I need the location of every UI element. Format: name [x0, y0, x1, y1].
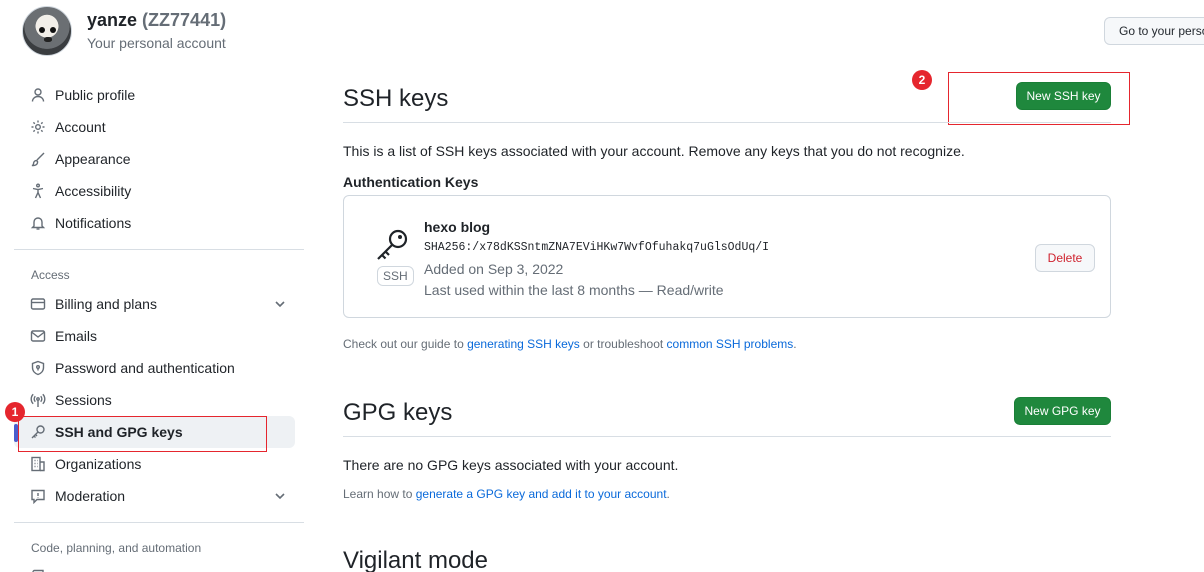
guide-middle: or troubleshoot: [579, 337, 667, 351]
sidebar-divider: [14, 249, 304, 250]
ssh-description: This is a list of SSH keys associated wi…: [343, 143, 965, 159]
guide-prefix: Check out our guide to: [343, 337, 468, 351]
guide-suffix: .: [793, 337, 797, 351]
key-type-label: SSH: [377, 266, 414, 286]
accessibility-icon: [30, 183, 46, 199]
sidebar-item-billing[interactable]: Billing and plans: [14, 288, 304, 320]
delete-key-button[interactable]: Delete: [1035, 244, 1095, 272]
user-handle: (ZZ77441): [142, 10, 227, 30]
sidebar-item-password-auth[interactable]: Password and authentication: [14, 352, 304, 384]
organization-icon: [30, 456, 46, 472]
sidebar-item-label: Billing and plans: [55, 296, 157, 312]
sidebar-item-label: Organizations: [55, 456, 142, 472]
username[interactable]: yanze: [87, 10, 137, 30]
sidebar-item-label: Moderation: [55, 488, 126, 504]
report-icon: [30, 488, 46, 504]
learn-suffix: .: [666, 487, 670, 501]
sidebar-item-label: Appearance: [55, 151, 131, 167]
ssh-guide-text: Check out our guide to generating SSH ke…: [343, 337, 797, 351]
chevron-down-icon[interactable]: [272, 296, 288, 312]
generate-gpg-key-link[interactable]: generate a GPG key and add it to your ac…: [416, 487, 667, 501]
settings-sidebar: Public profile Account Appearance Access…: [14, 79, 304, 572]
sidebar-section-access: Access: [31, 268, 70, 282]
credit-card-icon: [30, 296, 46, 312]
key-added-date: Added on Sep 3, 2022: [424, 261, 564, 277]
sidebar-item-label: Sessions: [55, 392, 112, 408]
sidebar-item-public-profile[interactable]: Public profile: [14, 79, 304, 111]
annotation-box-1: [18, 416, 267, 452]
sidebar-item-emails[interactable]: Emails: [14, 320, 304, 352]
sidebar-item-accessibility[interactable]: Accessibility: [14, 175, 304, 207]
sidebar-item-label: Public profile: [55, 87, 136, 103]
gpg-learn-text: Learn how to generate a GPG key and add …: [343, 487, 670, 501]
gpg-keys-title: GPG keys: [343, 399, 453, 426]
common-ssh-problems-link[interactable]: common SSH problems: [667, 337, 794, 351]
generating-ssh-keys-link[interactable]: generating SSH keys: [467, 337, 580, 351]
sidebar-item-account[interactable]: Account: [14, 111, 304, 143]
shield-lock-icon: [30, 360, 46, 376]
sidebar-item-label: Emails: [55, 328, 98, 344]
ssh-keys-title: SSH keys: [343, 85, 449, 112]
auth-keys-heading: Authentication Keys: [343, 174, 479, 190]
person-icon: [30, 87, 46, 103]
key-title: hexo blog: [424, 219, 491, 235]
sidebar-item-label: Password and authentication: [55, 360, 235, 376]
chevron-down-icon[interactable]: [272, 488, 288, 504]
new-ssh-key-button[interactable]: New SSH key: [1016, 82, 1111, 110]
broadcast-icon: [30, 392, 46, 408]
go-to-profile-button[interactable]: Go to your personal profile: [1104, 17, 1204, 45]
main-content: SSH keys New SSH key This is a list of S…: [343, 0, 1111, 572]
sidebar-item-sessions[interactable]: Sessions: [14, 384, 304, 416]
gpg-section-divider: [343, 436, 1111, 437]
key-icon: [377, 229, 408, 260]
vigilant-mode-title: Vigilant mode: [343, 547, 488, 572]
paintbrush-icon: [30, 151, 46, 167]
avatar[interactable]: [22, 6, 72, 56]
key-fingerprint: SHA256:/x78dKSSntmZNA7EViHKw7WvfOfuhakq7…: [424, 241, 770, 254]
account-name[interactable]: yanze (ZZ77441): [87, 10, 226, 31]
bell-icon: [30, 215, 46, 231]
sidebar-item-moderation[interactable]: Moderation: [14, 480, 304, 512]
sidebar-item-organizations[interactable]: Organizations: [14, 448, 304, 480]
sidebar-item-label: Notifications: [55, 215, 132, 231]
sidebar-item-notifications[interactable]: Notifications: [14, 207, 304, 239]
ssh-key-item: SSH hexo blog SHA256:/x78dKSSntmZNA7EViH…: [343, 195, 1111, 318]
gpg-empty-text: There are no GPG keys associated with yo…: [343, 457, 679, 473]
sidebar-item-label: Account: [55, 119, 106, 135]
sidebar-section-code-planning: Code, planning, and automation: [31, 541, 202, 555]
sidebar-item-label: Accessibility: [55, 183, 132, 199]
ssh-section-divider: [343, 122, 1111, 123]
account-subtitle: Your personal account: [87, 35, 226, 51]
key-last-used: Last used within the last 8 months — Rea…: [424, 282, 724, 298]
sidebar-item-appearance[interactable]: Appearance: [14, 143, 304, 175]
sidebar-item-repositories[interactable]: [14, 561, 304, 572]
gear-icon: [30, 119, 46, 135]
annotation-badge-1: 1: [5, 402, 25, 422]
sidebar-divider: [14, 522, 304, 523]
mail-icon: [30, 328, 46, 344]
new-gpg-key-button[interactable]: New GPG key: [1014, 397, 1111, 425]
learn-prefix: Learn how to: [343, 487, 416, 501]
